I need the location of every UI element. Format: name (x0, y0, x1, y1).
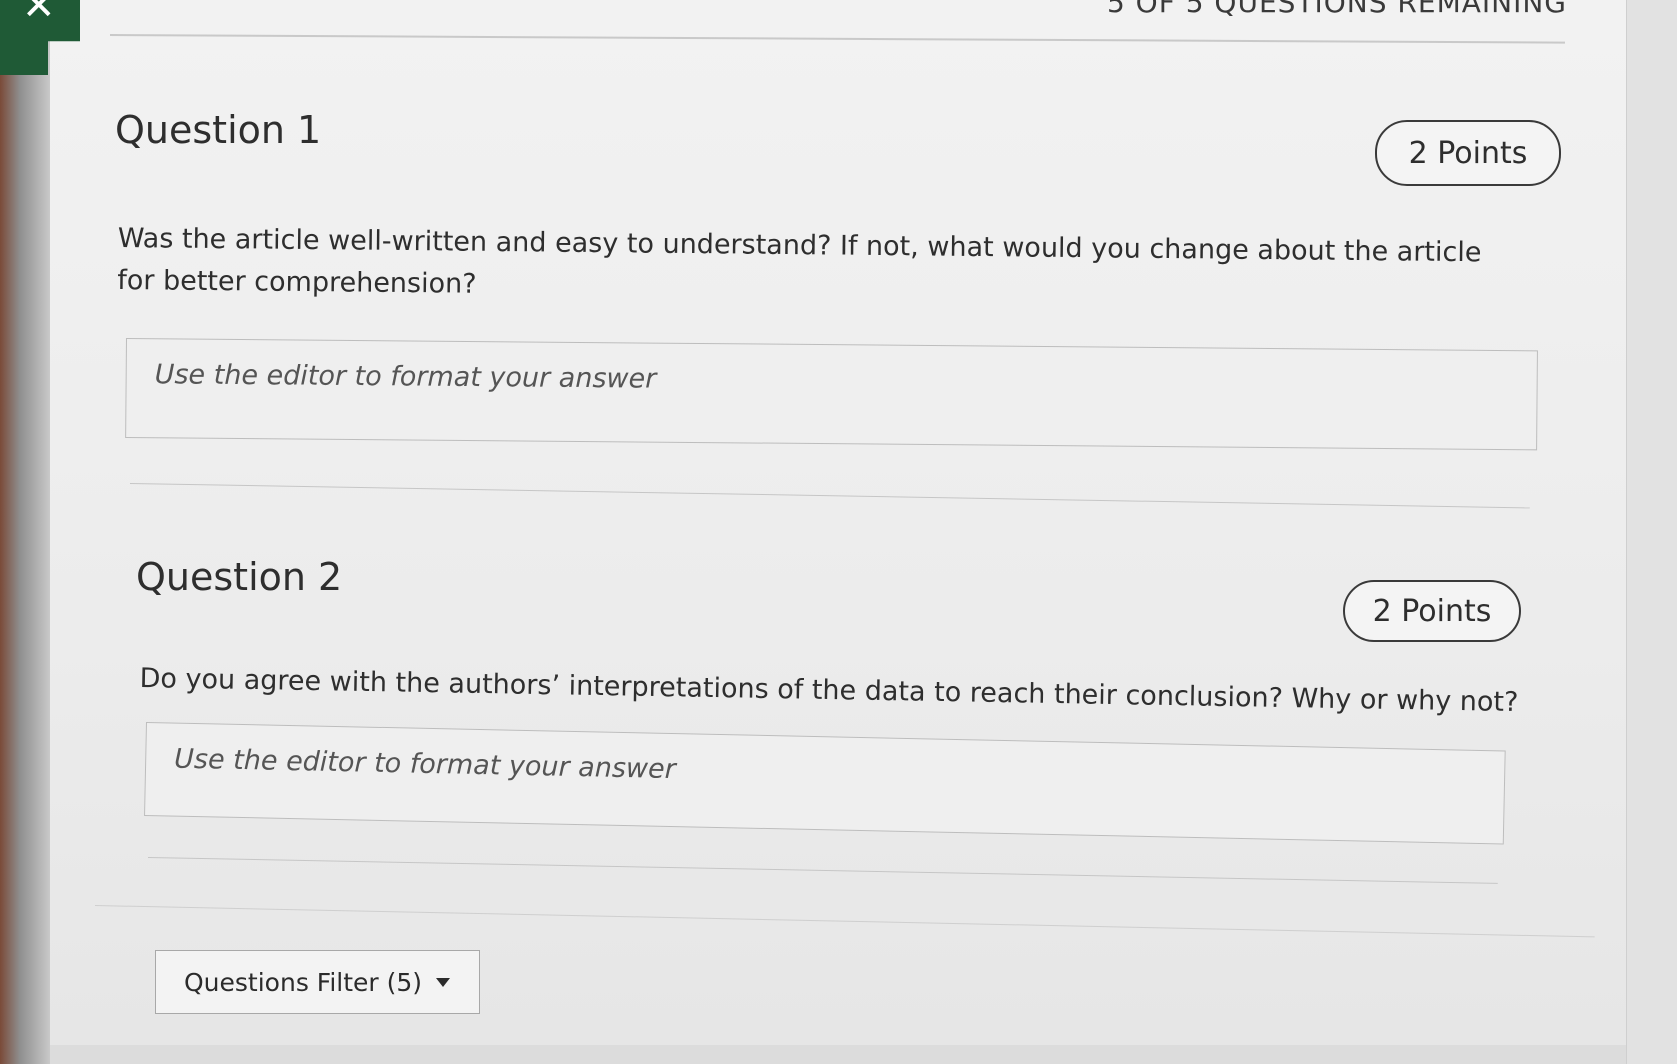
page-scrollbar-area[interactable] (1626, 0, 1677, 1064)
question-2-points-badge: 2 Points (1343, 580, 1521, 642)
question-1-title: Question 1 (115, 108, 322, 152)
caret-down-icon (436, 977, 451, 987)
screen-bezel (0, 0, 50, 1064)
questions-filter-dropdown[interactable]: Questions Filter (5) (155, 950, 480, 1014)
questions-filter-label: Questions Filter (5) (184, 967, 423, 997)
question-1-editor-placeholder: Use the editor to format your answer (154, 359, 657, 395)
question-1-text: Was the article well-written and easy to… (117, 222, 1482, 300)
question-1-points-badge: 2 Points (1375, 120, 1561, 186)
question-1-answer-editor[interactable]: Use the editor to format your answer (125, 338, 1538, 451)
question-2-title: Question 2 (136, 555, 343, 599)
close-icon: ✕ (22, 0, 56, 29)
question-2-editor-placeholder: Use the editor to format your answer (173, 743, 677, 786)
questions-remaining-counter: 5 OF 5 QUESTIONS REMAINING (1106, 0, 1567, 19)
